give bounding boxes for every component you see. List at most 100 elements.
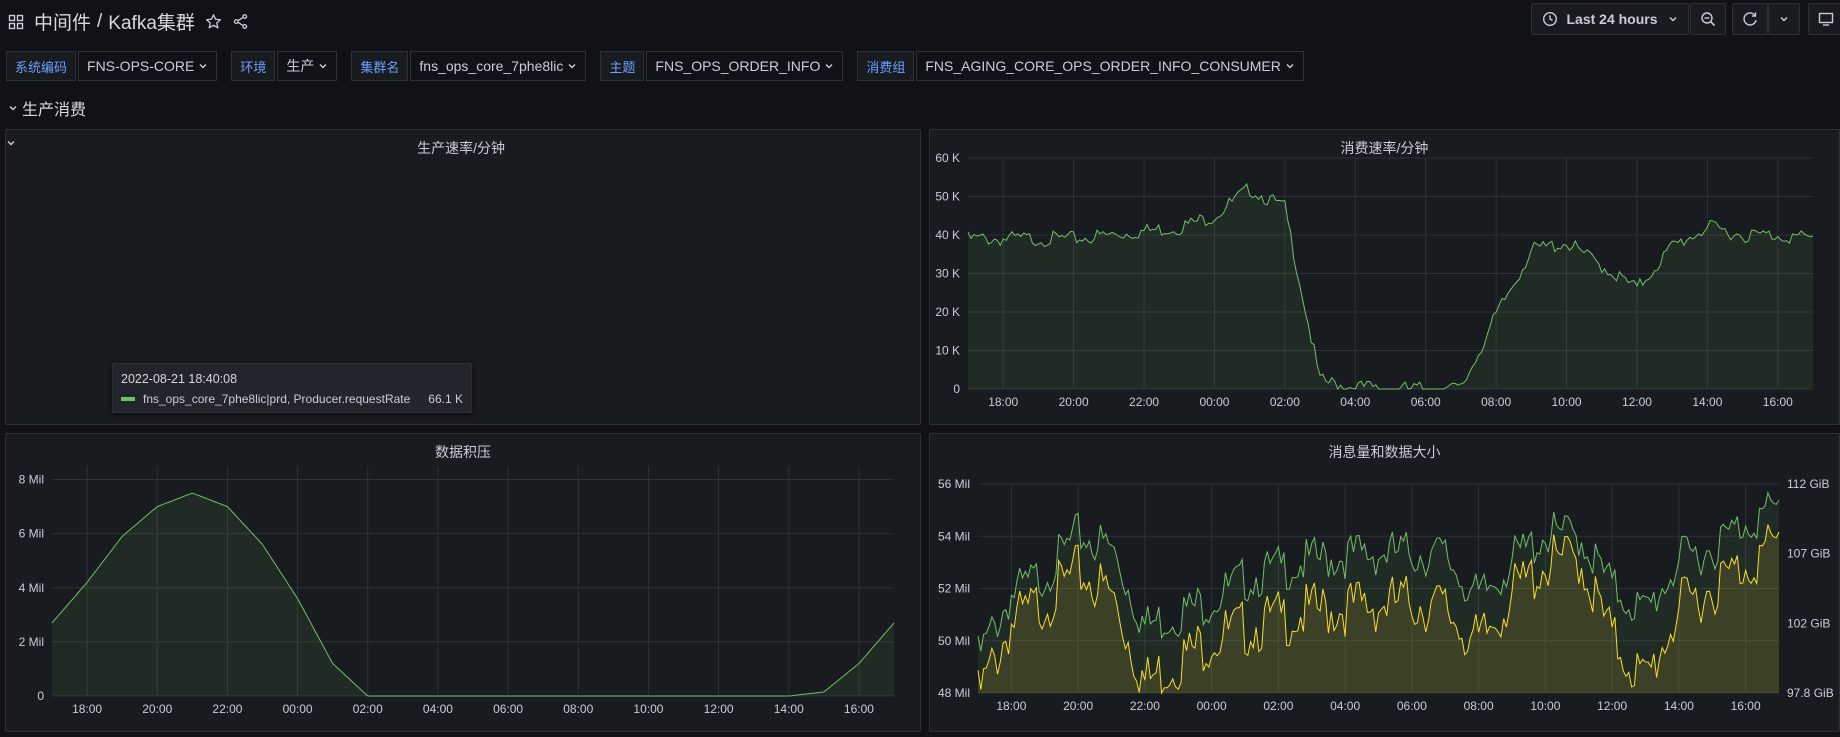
var-value: FNS_OPS_ORDER_INFO bbox=[655, 58, 821, 74]
y2-tick-label: 97.8 GiB bbox=[1787, 686, 1834, 700]
x-tick-label: 16:00 bbox=[1763, 395, 1793, 409]
tooltip-row: fns_ops_core_7phe8lic|prd, Producer.requ… bbox=[121, 392, 463, 406]
y-tick-label: 50 Mil bbox=[938, 634, 970, 648]
zoom-out-icon bbox=[1700, 11, 1716, 27]
zoom-out-button[interactable] bbox=[1690, 3, 1726, 35]
series-area bbox=[968, 183, 1813, 389]
x-tick-label: 14:00 bbox=[774, 702, 804, 716]
y-tick-label: 40 K bbox=[935, 228, 960, 242]
x-tick-label: 12:00 bbox=[704, 702, 734, 716]
y-tick-label: 0 bbox=[953, 382, 960, 396]
chart-consume-rate[interactable]: 0 10 K 20 K 30 K 40 K 50 K 60 K 18:00 20:00 22:00… bbox=[930, 130, 1840, 426]
x-tick-label: 14:00 bbox=[1664, 699, 1694, 713]
variables-bar: 系统编码 FNS-OPS-CORE 环境 生产 集群名 fns_ops_core… bbox=[6, 51, 1318, 83]
x-tick-label: 00:00 bbox=[283, 702, 313, 716]
chevron-down-icon bbox=[1779, 14, 1789, 24]
chart-message-size[interactable]: 48 Mil 50 Mil 52 Mil 54 Mil 56 Mil 97.8 GiB 10… bbox=[930, 434, 1840, 733]
clock-icon bbox=[1542, 11, 1558, 27]
panel-consume-rate[interactable]: 消费速率/分钟 0 10 K 20 K 30 K 40 K 50 K 60 K 18:00 20… bbox=[929, 129, 1840, 425]
x-tick-label: 18:00 bbox=[996, 699, 1026, 713]
var-label-consumer-group: 消费组 bbox=[857, 51, 915, 81]
y-tick-label: 54 Mil bbox=[938, 529, 970, 543]
x-tick-label: 02:00 bbox=[353, 702, 383, 716]
y-tick-label: 52 Mil bbox=[938, 582, 970, 596]
panel-message-size[interactable]: 消息量和数据大小 48 Mil 50 Mil 52 Mil 54 Mil 56 Mil 9… bbox=[929, 433, 1840, 732]
x-tick-label: 14:00 bbox=[1692, 395, 1722, 409]
x-tick-label: 18:00 bbox=[72, 702, 102, 716]
chart-backlog[interactable]: 0 2 Mil 4 Mil 6 Mil 8 Mil 18:00 20:00 22:00 00:0… bbox=[6, 434, 922, 733]
chevron-down-icon bbox=[1285, 61, 1295, 71]
y-tick-label: 48 Mil bbox=[938, 686, 970, 700]
chevron-down-icon bbox=[8, 103, 18, 113]
x-tick-label: 22:00 bbox=[1129, 395, 1159, 409]
x-tick-label: 06:00 bbox=[493, 702, 523, 716]
graph-tooltip: 2022-08-21 18:40:08 fns_ops_core_7phe8li… bbox=[112, 363, 472, 413]
x-tick-label: 20:00 bbox=[142, 702, 172, 716]
y-tick-label: 50 K bbox=[935, 190, 960, 204]
y-tick-label: 6 Mil bbox=[19, 527, 44, 541]
var-select-consumer-group[interactable]: FNS_AGING_CORE_OPS_ORDER_INFO_CONSUMER bbox=[916, 51, 1304, 81]
var-select-topic[interactable]: FNS_OPS_ORDER_INFO bbox=[646, 51, 844, 81]
top-bar: 中间件 / Kafka集群 Last 24 hours bbox=[0, 0, 1840, 40]
x-tick-label: 10:00 bbox=[1552, 395, 1582, 409]
tooltip-time: 2022-08-21 18:40:08 bbox=[121, 372, 238, 386]
chevron-down-icon bbox=[567, 61, 577, 71]
panel-backlog[interactable]: 数据积压 02 Mil 4 Mil 6 Mil 8 Mil 18:00 20:00 22:0… bbox=[5, 433, 921, 732]
var-select-system-code[interactable]: FNS-OPS-CORE bbox=[78, 51, 218, 81]
monitor-icon bbox=[1818, 11, 1834, 27]
y-tick-label: 10 K bbox=[935, 344, 960, 358]
var-value: FNS-OPS-CORE bbox=[87, 58, 195, 74]
chevron-down-icon bbox=[318, 61, 328, 71]
time-range-label: Last 24 hours bbox=[1566, 11, 1658, 27]
var-select-cluster[interactable]: fns_ops_core_7phe8lic bbox=[410, 51, 587, 81]
dashboard-title[interactable]: Kafka集群 bbox=[108, 8, 195, 35]
x-tick-label: 20:00 bbox=[1059, 395, 1089, 409]
x-tick-label: 08:00 bbox=[563, 702, 593, 716]
y-tick-label: 0 bbox=[37, 689, 44, 703]
series-color-swatch bbox=[121, 397, 135, 401]
breadcrumb-separator: / bbox=[97, 10, 103, 32]
y-tick-label: 20 K bbox=[935, 305, 960, 319]
x-tick-label: 04:00 bbox=[423, 702, 453, 716]
x-tick-label: 06:00 bbox=[1397, 699, 1427, 713]
tv-mode-button[interactable] bbox=[1808, 3, 1840, 35]
series-area bbox=[52, 493, 894, 696]
y2-tick-label: 102 GiB bbox=[1787, 616, 1830, 630]
y-tick-label: 2 Mil bbox=[19, 635, 44, 649]
x-tick-label: 20:00 bbox=[1063, 699, 1093, 713]
apps-grid-icon[interactable] bbox=[8, 14, 24, 30]
time-range-picker[interactable]: Last 24 hours bbox=[1531, 3, 1689, 35]
breadcrumb-folder[interactable]: 中间件 bbox=[34, 8, 91, 35]
x-tick-label: 16:00 bbox=[1731, 699, 1761, 713]
var-value: 生产 bbox=[286, 58, 315, 74]
var-label-cluster: 集群名 bbox=[351, 51, 409, 81]
x-tick-label: 22:00 bbox=[1130, 699, 1160, 713]
refresh-button[interactable] bbox=[1732, 3, 1768, 35]
x-tick-label: 10:00 bbox=[633, 702, 663, 716]
y-tick-label: 60 K bbox=[935, 151, 960, 165]
tooltip-value: 66.1 K bbox=[428, 392, 463, 406]
x-tick-label: 08:00 bbox=[1464, 699, 1494, 713]
chevron-down-icon bbox=[824, 61, 834, 71]
y-tick-label: 30 K bbox=[935, 267, 960, 281]
refresh-interval-dropdown[interactable] bbox=[1768, 3, 1800, 35]
x-tick-label: 04:00 bbox=[1330, 699, 1360, 713]
x-tick-label: 10:00 bbox=[1530, 699, 1560, 713]
star-icon[interactable] bbox=[205, 13, 222, 30]
breadcrumb: 中间件 / Kafka集群 bbox=[8, 8, 249, 35]
row-header[interactable]: 生产消费 bbox=[8, 96, 86, 120]
x-tick-label: 06:00 bbox=[1411, 395, 1441, 409]
var-select-env[interactable]: 生产 bbox=[277, 51, 338, 81]
row-title: 生产消费 bbox=[22, 102, 87, 119]
var-value: fns_ops_core_7phe8lic bbox=[419, 58, 564, 74]
x-tick-label: 16:00 bbox=[844, 702, 874, 716]
x-tick-label: 00:00 bbox=[1197, 699, 1227, 713]
var-value: FNS_AGING_CORE_OPS_ORDER_INFO_CONSUMER bbox=[925, 58, 1281, 74]
x-tick-label: 12:00 bbox=[1597, 699, 1627, 713]
y2-tick-label: 112 GiB bbox=[1787, 477, 1829, 491]
x-tick-label: 18:00 bbox=[988, 395, 1018, 409]
x-tick-label: 08:00 bbox=[1481, 395, 1511, 409]
chevron-down-icon bbox=[198, 61, 208, 71]
share-icon[interactable] bbox=[232, 13, 249, 30]
x-tick-label: 12:00 bbox=[1622, 395, 1652, 409]
